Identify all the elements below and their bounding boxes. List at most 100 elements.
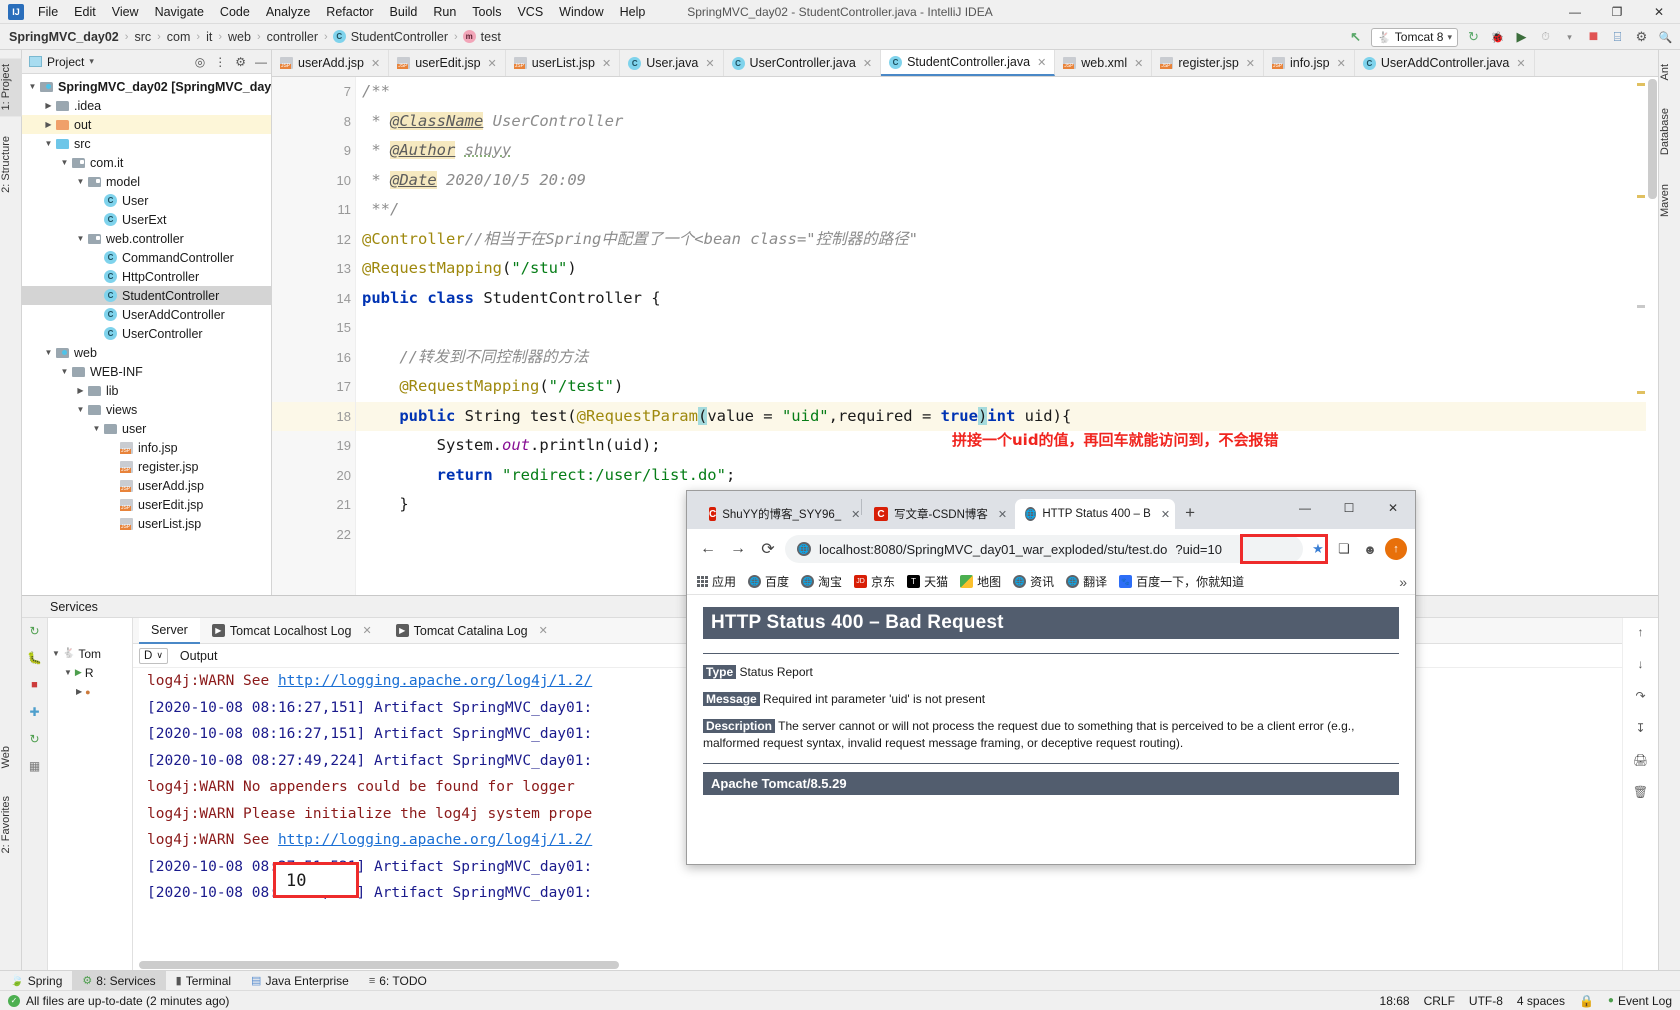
editor-tab-useraddcontroller-java[interactable]: C UserAddController.java ✕ bbox=[1354, 50, 1535, 76]
browser-tab-1[interactable]: C ShuYY的博客_SYY96_ ✕ bbox=[699, 499, 860, 529]
line-number[interactable]: 8 bbox=[272, 107, 355, 137]
hide-icon[interactable]: — bbox=[255, 55, 267, 69]
gutter-mark-warning[interactable] bbox=[1637, 391, 1645, 394]
file-encoding[interactable]: UTF-8 bbox=[1469, 994, 1503, 1008]
indent-setting[interactable]: 4 spaces bbox=[1517, 994, 1565, 1008]
breadcrumb-item-com[interactable]: com bbox=[166, 30, 192, 44]
breadcrumb-item-class[interactable]: StudentController bbox=[350, 30, 449, 44]
editor-tab-useredit-jsp[interactable]: userEdit.jsp ✕ bbox=[389, 50, 506, 76]
close-icon[interactable]: ✕ bbox=[705, 57, 714, 70]
sidebar-item-favorites[interactable]: 2: Favorites bbox=[0, 790, 22, 859]
tree-node-user[interactable]: C User bbox=[22, 191, 271, 210]
services-tree-node-child[interactable]: ▶ ● bbox=[48, 682, 132, 701]
line-separator[interactable]: CRLF bbox=[1424, 994, 1455, 1008]
close-icon[interactable]: ✕ bbox=[1161, 508, 1170, 521]
breadcrumb-item-controller[interactable]: controller bbox=[266, 30, 319, 44]
breadcrumb-item-src[interactable]: src bbox=[133, 30, 152, 44]
editor-tab-info-jsp[interactable]: info.jsp ✕ bbox=[1264, 50, 1355, 76]
back-button[interactable]: ← bbox=[695, 536, 721, 562]
browser-window[interactable]: C ShuYY的博客_SYY96_ ✕ C 写文章-CSDN博客 ✕ 🌐 HTT… bbox=[686, 490, 1416, 865]
bottom-tab-todo[interactable]: ≡ 6: TODO bbox=[359, 971, 437, 991]
sidebar-item-web[interactable]: Web bbox=[0, 740, 22, 774]
sidebar-item-ant[interactable]: Ant bbox=[1659, 58, 1680, 87]
print-icon[interactable]: 🖨 bbox=[1633, 752, 1649, 768]
tree-expander-icon[interactable]: ▶ bbox=[76, 687, 82, 696]
bookmarks-bar[interactable]: 应用 🌐 百度 🌐 淘宝 JD 京东 T 天猫 地图 🌐 资讯 🌐 翻译 🐾 百… bbox=[687, 569, 1415, 595]
address-bar[interactable]: 🌐 localhost:8080/SpringMVC_day01_war_exp… bbox=[785, 534, 1328, 564]
line-number[interactable]: 15 bbox=[272, 313, 355, 343]
bookmark-apps[interactable]: 应用 bbox=[697, 573, 736, 590]
tree-expander-icon[interactable]: ▼ bbox=[58, 367, 71, 376]
tab-server[interactable]: Server bbox=[139, 617, 200, 644]
tree-node-useredit-jsp[interactable]: userEdit.jsp bbox=[22, 495, 271, 514]
build-icon[interactable]: ↖ bbox=[1347, 29, 1364, 46]
tree-node-web-controller[interactable]: ▼ web.controller bbox=[22, 229, 271, 248]
run-with-coverage-icon[interactable]: ▶ bbox=[1513, 29, 1530, 46]
console-scrollbar-thumb[interactable] bbox=[139, 961, 619, 969]
sidebar-item-database[interactable]: Database bbox=[1659, 102, 1680, 161]
debug-icon[interactable]: 🐛 bbox=[27, 650, 43, 666]
editor-tab-userlist-jsp[interactable]: userList.jsp ✕ bbox=[505, 50, 621, 76]
scroll-up-icon[interactable]: ↑ bbox=[1633, 624, 1649, 640]
sidebar-item-maven[interactable]: Maven bbox=[1659, 178, 1680, 223]
close-icon[interactable]: ✕ bbox=[1037, 56, 1046, 69]
line-number[interactable]: 16 bbox=[272, 343, 355, 373]
profile-icon[interactable]: ☻ bbox=[1359, 538, 1381, 560]
tree-expander-icon[interactable]: ▼ bbox=[74, 177, 87, 186]
soft-wrap-icon[interactable]: ↷ bbox=[1633, 688, 1649, 704]
menu-item-run[interactable]: Run bbox=[425, 2, 464, 22]
event-log-button[interactable]: ● Event Log bbox=[1608, 994, 1672, 1008]
bookmark-baidu-search[interactable]: 🐾 百度一下，你就知道 bbox=[1119, 573, 1244, 590]
tree-expander-icon[interactable]: ▼ bbox=[74, 405, 87, 414]
tree-node-studentcontroller[interactable]: C StudentController bbox=[22, 286, 271, 305]
tree-node-userext[interactable]: C UserExt bbox=[22, 210, 271, 229]
tree-node-useraddcontroller[interactable]: C UserAddController bbox=[22, 305, 271, 324]
bookmark-map[interactable]: 地图 bbox=[960, 573, 1001, 590]
update-icon[interactable]: ↑ bbox=[1385, 538, 1407, 560]
new-tab-button[interactable]: + bbox=[1185, 503, 1195, 523]
search-icon[interactable]: 🔍 bbox=[1657, 29, 1674, 46]
browser-minimize-button[interactable]: — bbox=[1283, 491, 1327, 525]
profile-icon[interactable]: ⏱ bbox=[1537, 29, 1554, 46]
tab-tomcat-localhost-log[interactable]: ▶ Tomcat Localhost Log ✕ bbox=[200, 618, 384, 644]
grid-icon[interactable]: ▦ bbox=[27, 758, 43, 774]
reload-button[interactable]: ⟳ bbox=[755, 536, 781, 562]
editor-tab-bar[interactable]: userAdd.jsp✕userEdit.jsp✕userList.jsp✕CU… bbox=[272, 50, 1658, 77]
tree-node-idea[interactable]: ▶ .idea bbox=[22, 96, 271, 115]
gear-icon[interactable]: ⚙ bbox=[235, 55, 246, 69]
tree-expander-icon[interactable]: ▼ bbox=[42, 139, 55, 148]
locate-icon[interactable]: ◎ bbox=[195, 55, 205, 69]
line-number[interactable]: 11 bbox=[272, 195, 355, 225]
tree-node-out[interactable]: ▶ out bbox=[22, 115, 271, 134]
editor-tab-web-xml[interactable]: web.xml ✕ bbox=[1055, 50, 1153, 76]
tree-node-useradd-jsp[interactable]: userAdd.jsp bbox=[22, 476, 271, 495]
tree-node-com-it[interactable]: ▼ com.it bbox=[22, 153, 271, 172]
services-tree-node-tomcat[interactable]: ▼ 🐇 Tom bbox=[48, 644, 132, 663]
tree-expander-icon[interactable]: ▶ bbox=[42, 101, 55, 110]
close-icon[interactable]: ✕ bbox=[851, 508, 860, 521]
lock-icon[interactable]: 🔒 bbox=[1579, 994, 1594, 1008]
close-icon[interactable]: ✕ bbox=[1337, 57, 1346, 70]
bookmark-news[interactable]: 🌐 资讯 bbox=[1013, 573, 1054, 590]
close-icon[interactable]: ✕ bbox=[362, 624, 371, 637]
menu-item-code[interactable]: Code bbox=[212, 2, 258, 22]
line-number[interactable]: 22 bbox=[272, 520, 355, 550]
menu-item-tools[interactable]: Tools bbox=[464, 2, 509, 22]
close-icon[interactable]: ✕ bbox=[371, 57, 380, 70]
tree-expander-icon[interactable]: ▶ bbox=[42, 120, 55, 129]
menu-item-file[interactable]: File bbox=[30, 2, 66, 22]
close-icon[interactable]: ✕ bbox=[1134, 57, 1143, 70]
tree-node-lib[interactable]: ▶ lib bbox=[22, 381, 271, 400]
rerun-icon[interactable]: ↻ bbox=[1465, 29, 1482, 46]
bookmark-translate[interactable]: 🌐 翻译 bbox=[1066, 573, 1107, 590]
close-icon[interactable]: ✕ bbox=[539, 624, 548, 637]
line-number[interactable]: 21 bbox=[272, 490, 355, 520]
scroll-down-icon[interactable]: ↓ bbox=[1633, 656, 1649, 672]
close-icon[interactable]: ✕ bbox=[488, 57, 497, 70]
debug-icon[interactable]: 🐞 bbox=[1489, 29, 1506, 46]
browser-maximize-button[interactable]: ☐ bbox=[1327, 491, 1371, 525]
editor-tab-usercontroller-java[interactable]: C UserController.java ✕ bbox=[723, 50, 882, 76]
forward-button[interactable]: → bbox=[725, 536, 751, 562]
bottom-tab-terminal[interactable]: ▮ Terminal bbox=[166, 971, 241, 991]
refresh-icon[interactable]: ↻ bbox=[27, 623, 43, 639]
